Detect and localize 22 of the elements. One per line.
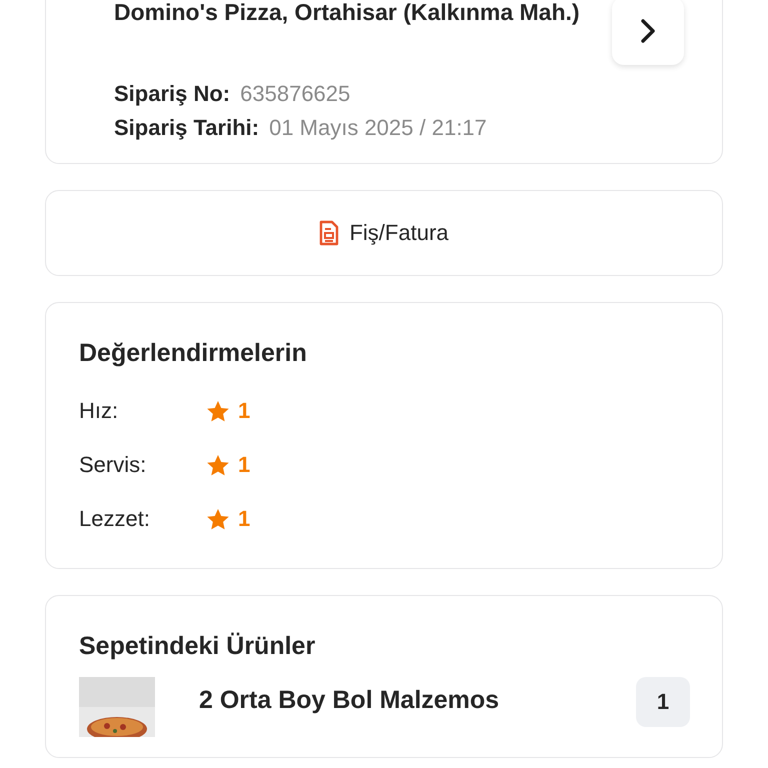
- info-label: Sipariş No:: [114, 80, 230, 108]
- quantity-badge: 1: [636, 677, 690, 727]
- restaurant-name: Domino's Pizza, Ortahisar (Kalkınma Mah.): [114, 0, 580, 26]
- section-title: Değerlendirmelerin: [79, 339, 308, 368]
- star-icon: [206, 508, 230, 530]
- chevron-right-icon: [640, 18, 656, 44]
- document-icon: [319, 220, 340, 246]
- rating-value: 1: [238, 506, 250, 532]
- rating-value: 1: [238, 398, 250, 424]
- rating-label: Hız:: [79, 398, 120, 424]
- star-icon: [206, 400, 230, 422]
- star-icon: [206, 454, 230, 476]
- receipt-button[interactable]: Fiş/Fatura: [315, 216, 453, 250]
- forward-button[interactable]: [612, 0, 684, 65]
- product-name: 2 Orta Boy Bol Malzemos: [199, 685, 500, 715]
- info-value: 01 Mayıs 2025 / 21:17: [269, 114, 487, 142]
- rating-value: 1: [238, 452, 250, 478]
- info-value: 635876625: [240, 80, 350, 108]
- rating-label: Lezzet:: [79, 506, 151, 532]
- section-title: Sepetindeki Ürünler: [79, 632, 316, 660]
- rating-label: Servis:: [79, 452, 148, 478]
- info-label: Sipariş Tarihi:: [114, 114, 260, 142]
